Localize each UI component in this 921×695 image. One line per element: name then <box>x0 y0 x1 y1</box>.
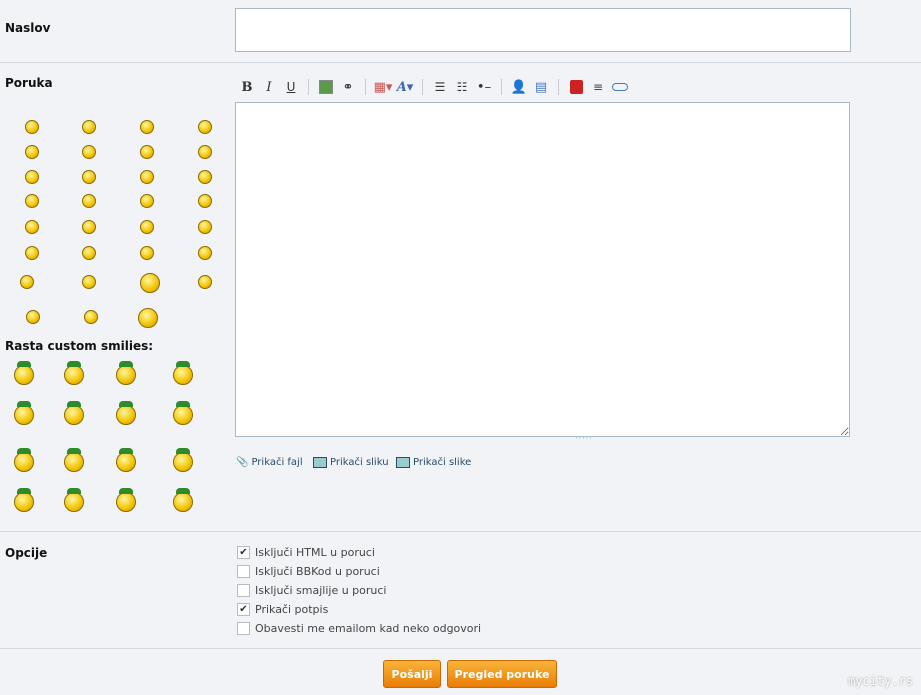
smiley-icon[interactable] <box>14 488 34 512</box>
attach-images-link[interactable]: Prikači slike <box>396 457 471 468</box>
option-label: Isključi smajlije u poruci <box>255 584 387 597</box>
smiley-icon[interactable] <box>138 308 158 328</box>
numbered-list-icon[interactable]: ☷ <box>451 78 473 96</box>
smiley-icon[interactable] <box>198 170 212 184</box>
bullet-list-icon[interactable]: ☰ <box>429 78 451 96</box>
smiley-icon[interactable] <box>198 246 212 260</box>
divider <box>0 62 921 63</box>
message-label: Poruka <box>5 76 53 90</box>
smiley-icon[interactable] <box>140 220 154 234</box>
smiley-icon[interactable] <box>116 401 136 425</box>
smiley-icon[interactable] <box>140 145 154 159</box>
divider <box>0 531 921 532</box>
attach-image-link[interactable]: Prikači sliku <box>313 457 389 468</box>
smiley-icon[interactable] <box>82 275 96 289</box>
custom-smilies-label: Rasta custom smilies: <box>5 339 154 353</box>
smiley-icon[interactable] <box>82 246 96 260</box>
smiley-icon[interactable] <box>82 194 96 208</box>
smiley-icon[interactable] <box>140 246 154 260</box>
option-label: Obavesti me emailom kad neko odgovori <box>255 622 482 635</box>
smiley-icon[interactable] <box>82 145 96 159</box>
attach-file-link[interactable]: 📎 Prikači fajl <box>236 457 303 468</box>
smiley-icon[interactable] <box>25 220 39 234</box>
quote-icon[interactable]: 👤 <box>508 78 530 96</box>
smiley-icon[interactable] <box>198 120 212 134</box>
smiley-icon[interactable] <box>82 170 96 184</box>
option-label: Prikači potpis <box>255 603 329 616</box>
title-label: Naslov <box>5 21 51 35</box>
smiley-icon[interactable] <box>173 448 193 472</box>
code-icon[interactable]: ▤ <box>530 78 552 96</box>
option-checkbox-row[interactable]: Isključi smajlije u poruci <box>237 584 386 597</box>
color-icon[interactable]: ▦▾ <box>372 78 394 96</box>
smiley-icon[interactable] <box>14 448 34 472</box>
picture-icon <box>313 457 327 468</box>
options-label: Opcije <box>5 546 48 560</box>
smiley-icon[interactable] <box>64 448 84 472</box>
smiley-icon[interactable] <box>25 120 39 134</box>
paperclip-icon: 📎 <box>236 457 249 468</box>
bold-button[interactable]: B <box>236 78 258 96</box>
option-checkbox-row[interactable]: ✔ Isključi HTML u poruci <box>237 546 375 559</box>
smiley-icon[interactable] <box>14 361 34 385</box>
preview-button[interactable]: Pregled poruke <box>447 660 557 688</box>
checkbox[interactable]: ✔ <box>237 546 250 559</box>
smiley-icon[interactable] <box>64 401 84 425</box>
watermark: mycity.rs <box>847 674 913 688</box>
checkbox[interactable] <box>237 584 250 597</box>
divider <box>0 648 921 649</box>
smiley-icon[interactable] <box>82 220 96 234</box>
checkbox[interactable] <box>237 565 250 578</box>
smiley-icon[interactable] <box>198 220 212 234</box>
smiley-icon[interactable] <box>25 145 39 159</box>
smiley-icon[interactable] <box>140 194 154 208</box>
title-input[interactable] <box>235 8 851 52</box>
checkbox[interactable] <box>237 622 250 635</box>
link-icon[interactable]: ⚭ <box>337 78 359 96</box>
image-icon[interactable] <box>315 78 337 96</box>
youtube-icon[interactable] <box>565 78 587 96</box>
font-icon[interactable]: A▾ <box>394 78 416 96</box>
italic-button[interactable]: I <box>258 78 280 96</box>
smiley-icon[interactable] <box>25 194 39 208</box>
option-label: Isključi BBKod u poruci <box>255 565 380 578</box>
smiley-icon[interactable] <box>20 275 34 289</box>
resize-handle[interactable]: ····· <box>575 434 593 443</box>
smiley-icon[interactable] <box>116 448 136 472</box>
option-checkbox-row[interactable]: ✔ Prikači potpis <box>237 603 328 616</box>
align-center-icon[interactable]: ≡ <box>587 78 609 96</box>
smiley-icon[interactable] <box>198 275 212 289</box>
smiley-icon[interactable] <box>116 361 136 385</box>
smiley-icon[interactable] <box>116 488 136 512</box>
smiley-icon[interactable] <box>82 120 96 134</box>
smiley-icon[interactable] <box>173 361 193 385</box>
send-button[interactable]: Pošalji <box>383 660 441 688</box>
smiley-icon[interactable] <box>25 246 39 260</box>
smiley-icon[interactable] <box>173 401 193 425</box>
option-checkbox-row[interactable]: Isključi BBKod u poruci <box>237 565 380 578</box>
smiley-icon[interactable] <box>84 310 98 324</box>
list-item-icon[interactable]: •– <box>473 78 495 96</box>
smiley-icon[interactable] <box>25 170 39 184</box>
smiley-icon[interactable] <box>14 401 34 425</box>
pictures-icon <box>396 457 410 468</box>
smiley-icon[interactable] <box>64 488 84 512</box>
smiley-icon[interactable] <box>140 170 154 184</box>
underline-button[interactable]: U <box>280 78 302 96</box>
smiley-icon[interactable] <box>140 273 160 293</box>
checkbox[interactable]: ✔ <box>237 603 250 616</box>
smiley-icon[interactable] <box>140 120 154 134</box>
option-label: Isključi HTML u poruci <box>255 546 375 559</box>
smiley-icon[interactable] <box>173 488 193 512</box>
smiley-icon[interactable] <box>26 310 40 324</box>
spoiler-icon[interactable] <box>609 78 631 96</box>
editor-toolbar: B I U ⚭ ▦▾ A▾ ☰ ☷ •– 👤 ▤ ≡ <box>236 78 631 96</box>
smiley-icon[interactable] <box>198 194 212 208</box>
option-checkbox-row[interactable]: Obavesti me emailom kad neko odgovori <box>237 622 481 635</box>
smiley-icon[interactable] <box>64 361 84 385</box>
message-textarea[interactable] <box>235 102 850 437</box>
smiley-icon[interactable] <box>198 145 212 159</box>
